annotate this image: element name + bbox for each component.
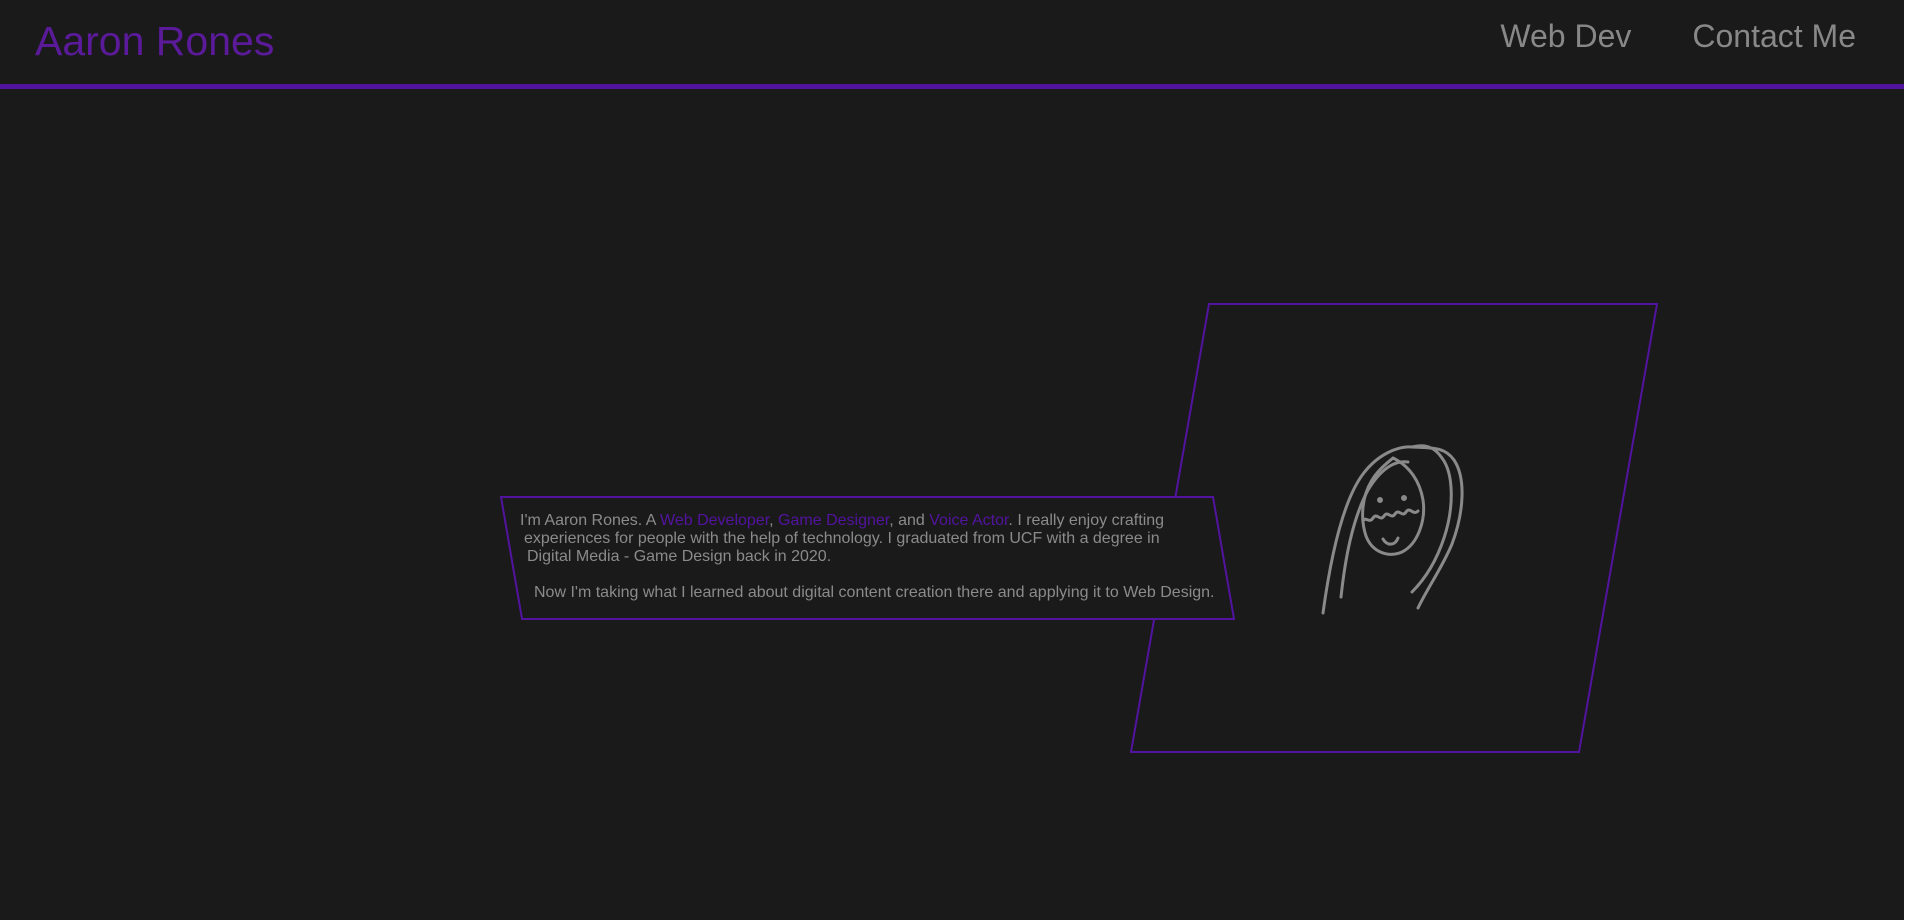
header-divider <box>0 84 1904 89</box>
intro-line-2: experiences for people with the help of … <box>524 530 1160 547</box>
site-viewport: Aaron Rones Web Dev Contact Me I'm Aaron… <box>0 0 1904 920</box>
page: Aaron Rones Web Dev Contact Me I'm Aaron… <box>0 0 1905 920</box>
intro-text-prefix: I'm Aaron Rones. A <box>520 512 661 529</box>
intro-comma: , <box>769 512 774 529</box>
intro-text-suffix: . I really enjoy crafting <box>1008 512 1165 529</box>
web-developer-link[interactable]: Web Developer <box>660 512 769 529</box>
game-designer-link[interactable]: Game Designer <box>778 512 889 529</box>
intro-line-4: Now I'm taking what I learned about digi… <box>534 584 1215 601</box>
decorative-frames <box>0 0 1904 920</box>
voice-actor-link[interactable]: Voice Actor <box>929 512 1008 529</box>
main-nav: Web Dev Contact Me <box>1500 14 1856 58</box>
portrait-drawing <box>1321 444 1464 615</box>
nav-link-contact-me[interactable]: Contact Me <box>1692 14 1856 58</box>
intro-line-3: Digital Media - Game Design back in 2020… <box>527 548 832 565</box>
intro-line-1: I'm Aaron Rones. A Web Developer, Game D… <box>519 512 1239 530</box>
nav-link-web-dev[interactable]: Web Dev <box>1500 14 1631 58</box>
brand-link[interactable]: Aaron Rones <box>35 17 274 65</box>
site-header: Aaron Rones Web Dev Contact Me <box>0 0 1904 84</box>
intro-and: , and <box>889 512 930 529</box>
portrait-doodle-icon <box>1320 442 1474 616</box>
frame-outlines <box>499 303 1659 753</box>
intro-text: I'm Aaron Rones. A Web Developer, Game D… <box>519 512 1239 602</box>
